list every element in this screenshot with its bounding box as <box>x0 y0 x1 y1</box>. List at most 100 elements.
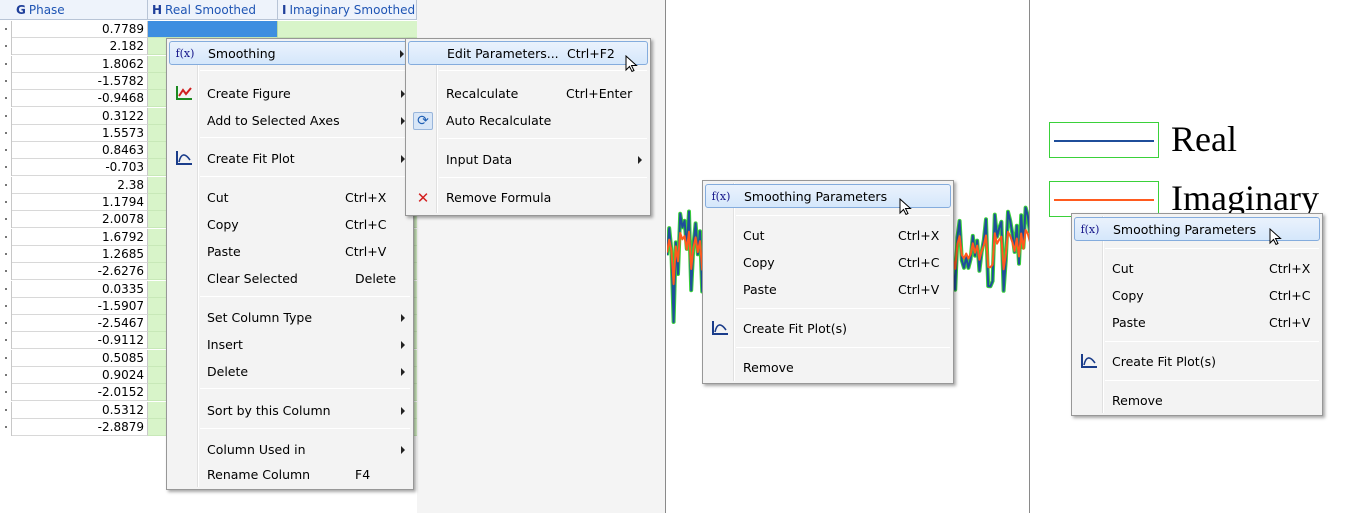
row-marker[interactable] <box>0 21 12 38</box>
mouse-cursor-icon <box>899 198 912 216</box>
row-marker[interactable] <box>0 159 12 177</box>
menu-item-add-to-selected-axes[interactable]: Add to Selected Axes <box>169 109 411 133</box>
function-icon: f(x) <box>711 190 731 203</box>
menu-item-recalculate[interactable]: Recalculate Ctrl+Enter <box>408 82 648 106</box>
cell-phase[interactable]: 0.9024 <box>12 367 148 384</box>
cell-phase[interactable]: 1.1794 <box>12 194 148 211</box>
menu-item-input-data[interactable]: Input Data <box>408 148 648 172</box>
cell-phase[interactable]: 1.6792 <box>12 228 148 246</box>
cell-phase[interactable]: 0.5085 <box>12 349 148 367</box>
menu-item-edit-parameters[interactable]: Edit Parameters... Ctrl+F2 <box>408 41 648 65</box>
row-marker[interactable] <box>0 332 12 350</box>
plot-context-menu: f(x) Smoothing Parameters Cut Ctrl+X Cop… <box>702 180 954 384</box>
row-marker[interactable] <box>0 315 12 333</box>
row-marker[interactable] <box>0 38 12 56</box>
cell-phase[interactable]: 0.8463 <box>12 142 148 160</box>
menu-item-remove[interactable]: Remove <box>1074 389 1320 413</box>
menu-item-delete[interactable]: Delete <box>169 360 411 384</box>
row-marker[interactable] <box>0 280 12 298</box>
submenu-arrow-icon <box>401 314 405 322</box>
cell-imaginary-smoothed[interactable] <box>278 21 417 38</box>
row-marker[interactable] <box>0 176 12 194</box>
cell-phase[interactable]: -2.0152 <box>12 384 148 402</box>
menu-item-rename-column[interactable]: Rename Column F4 <box>169 463 411 487</box>
column-header-real-smoothed[interactable]: H Real Smoothed <box>148 0 278 20</box>
menu-item-cut[interactable]: Cut Ctrl+X <box>1074 257 1320 281</box>
fit-plot-icon <box>1079 353 1099 371</box>
submenu-arrow-icon <box>401 368 405 376</box>
cell-phase[interactable]: -2.8879 <box>12 418 148 436</box>
menu-item-cut[interactable]: Cut Ctrl+X <box>169 186 411 210</box>
cell-phase[interactable]: 1.5573 <box>12 124 148 142</box>
cell-phase[interactable]: 0.5312 <box>12 401 148 419</box>
row-marker[interactable] <box>0 90 12 108</box>
menu-item-create-fit-plots[interactable]: Create Fit Plot(s) <box>1074 350 1320 374</box>
cell-phase[interactable]: -2.6276 <box>12 263 148 281</box>
row-marker[interactable] <box>0 367 12 384</box>
row-marker[interactable] <box>0 72 12 90</box>
cell-phase[interactable]: 0.3122 <box>12 107 148 125</box>
row-marker[interactable] <box>0 142 12 160</box>
function-icon: f(x) <box>175 47 195 60</box>
row-marker[interactable] <box>0 297 12 315</box>
menu-item-smoothing[interactable]: f(x) Smoothing <box>169 41 411 65</box>
menu-item-set-column-type[interactable]: Set Column Type <box>169 306 411 330</box>
cell-phase[interactable]: 2.38 <box>12 176 148 194</box>
cell-phase[interactable]: -1.5907 <box>12 297 148 315</box>
refresh-icon: ⟳ <box>413 112 433 130</box>
menu-item-sort-by-column[interactable]: Sort by this Column <box>169 399 411 423</box>
submenu-arrow-icon <box>401 341 405 349</box>
row-marker[interactable] <box>0 401 12 419</box>
cell-real-smoothed[interactable] <box>148 21 278 38</box>
menu-item-auto-recalculate[interactable]: ⟳ Auto Recalculate <box>408 109 648 133</box>
menu-item-create-fit-plots[interactable]: Create Fit Plot(s) <box>705 317 951 341</box>
menu-item-cut[interactable]: Cut Ctrl+X <box>705 224 951 248</box>
table-row[interactable]: 0.7789 <box>0 21 417 38</box>
cell-phase[interactable]: 1.8062 <box>12 55 148 73</box>
cell-phase[interactable]: -1.5782 <box>12 72 148 90</box>
legend-swatch-real[interactable] <box>1049 122 1159 158</box>
row-marker[interactable] <box>0 263 12 281</box>
column-header-imaginary-smoothed[interactable]: I Imaginary Smoothed <box>278 0 417 20</box>
cell-phase[interactable]: 2.182 <box>12 38 148 56</box>
cell-phase[interactable]: -2.5467 <box>12 315 148 333</box>
row-marker[interactable] <box>0 418 12 436</box>
row-marker[interactable] <box>0 194 12 211</box>
menu-item-clear-selected[interactable]: Clear Selected Delete <box>169 267 411 291</box>
menu-item-paste[interactable]: Paste Ctrl+V <box>1074 311 1320 335</box>
row-marker[interactable] <box>0 384 12 402</box>
menu-item-copy[interactable]: Copy Ctrl+C <box>1074 284 1320 308</box>
submenu-arrow-icon <box>401 446 405 454</box>
cell-phase[interactable]: 1.2685 <box>12 245 148 263</box>
menu-item-column-used-in[interactable]: Column Used in <box>169 438 411 462</box>
column-context-menu: f(x) Smoothing Create Figure Add to Sele… <box>166 38 414 490</box>
row-marker[interactable] <box>0 124 12 142</box>
row-marker[interactable] <box>0 55 12 73</box>
remove-x-icon: ✕ <box>416 189 430 207</box>
cell-phase[interactable]: 0.0335 <box>12 280 148 298</box>
menu-item-remove-formula[interactable]: ✕ Remove Formula <box>408 186 648 210</box>
menu-item-create-figure[interactable]: Create Figure <box>169 82 411 106</box>
row-marker[interactable] <box>0 245 12 263</box>
fit-plot-icon <box>710 320 730 338</box>
legend-swatch-imaginary[interactable] <box>1049 181 1159 217</box>
cell-phase[interactable]: 0.7789 <box>12 21 148 38</box>
menu-item-smoothing-parameters[interactable]: f(x) Smoothing Parameters <box>705 184 951 208</box>
cell-phase[interactable]: 2.0078 <box>12 211 148 229</box>
row-marker[interactable] <box>0 349 12 367</box>
menu-item-copy[interactable]: Copy Ctrl+C <box>169 213 411 237</box>
row-marker[interactable] <box>0 211 12 229</box>
menu-item-remove[interactable]: Remove <box>705 356 951 380</box>
menu-item-copy[interactable]: Copy Ctrl+C <box>705 251 951 275</box>
column-header-phase[interactable]: G Phase <box>12 0 148 20</box>
menu-item-paste[interactable]: Paste Ctrl+V <box>705 278 951 302</box>
menu-item-paste[interactable]: Paste Ctrl+V <box>169 240 411 264</box>
menu-item-smoothing-parameters[interactable]: f(x) Smoothing Parameters <box>1074 217 1320 241</box>
cell-phase[interactable]: -0.9112 <box>12 332 148 350</box>
row-marker[interactable] <box>0 107 12 125</box>
menu-item-create-fit-plot[interactable]: Create Fit Plot <box>169 147 411 171</box>
row-marker[interactable] <box>0 228 12 246</box>
menu-item-insert[interactable]: Insert <box>169 333 411 357</box>
cell-phase[interactable]: -0.9468 <box>12 90 148 108</box>
cell-phase[interactable]: -0.703 <box>12 159 148 177</box>
